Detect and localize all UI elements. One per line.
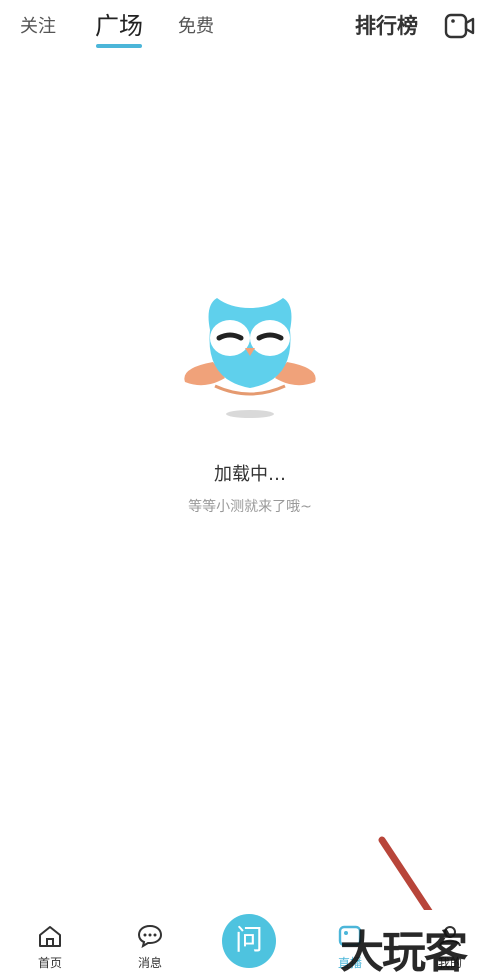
loading-title: 加载中… [214,464,286,485]
active-tab-indicator [96,44,142,48]
owl-mascot-icon [184,298,316,418]
loading-subtitle: 等等小测就来了哦~ [188,499,312,515]
nav-messages[interactable]: 消息 [120,924,180,971]
top-bar: 关注 广场 免费 排行榜 [0,0,500,56]
tab-square[interactable]: 广场 [95,6,143,41]
loading-state: 加载中… 等等小测就来了哦~ [0,290,500,530]
nav-home[interactable]: 首页 [20,924,80,971]
chat-bubble-icon [137,924,163,948]
leaderboard-button[interactable]: 排行榜 [355,10,418,40]
tab-free[interactable]: 免费 [178,12,214,38]
tab-follow[interactable]: 关注 [20,12,56,38]
ask-button[interactable]: 问 [222,914,276,968]
nav-home-label: 首页 [37,956,62,970]
camera-icon[interactable] [444,12,476,40]
nav-messages-label: 消息 [137,956,162,970]
home-icon [39,926,61,947]
watermark-logo: 大玩客 [340,927,468,975]
